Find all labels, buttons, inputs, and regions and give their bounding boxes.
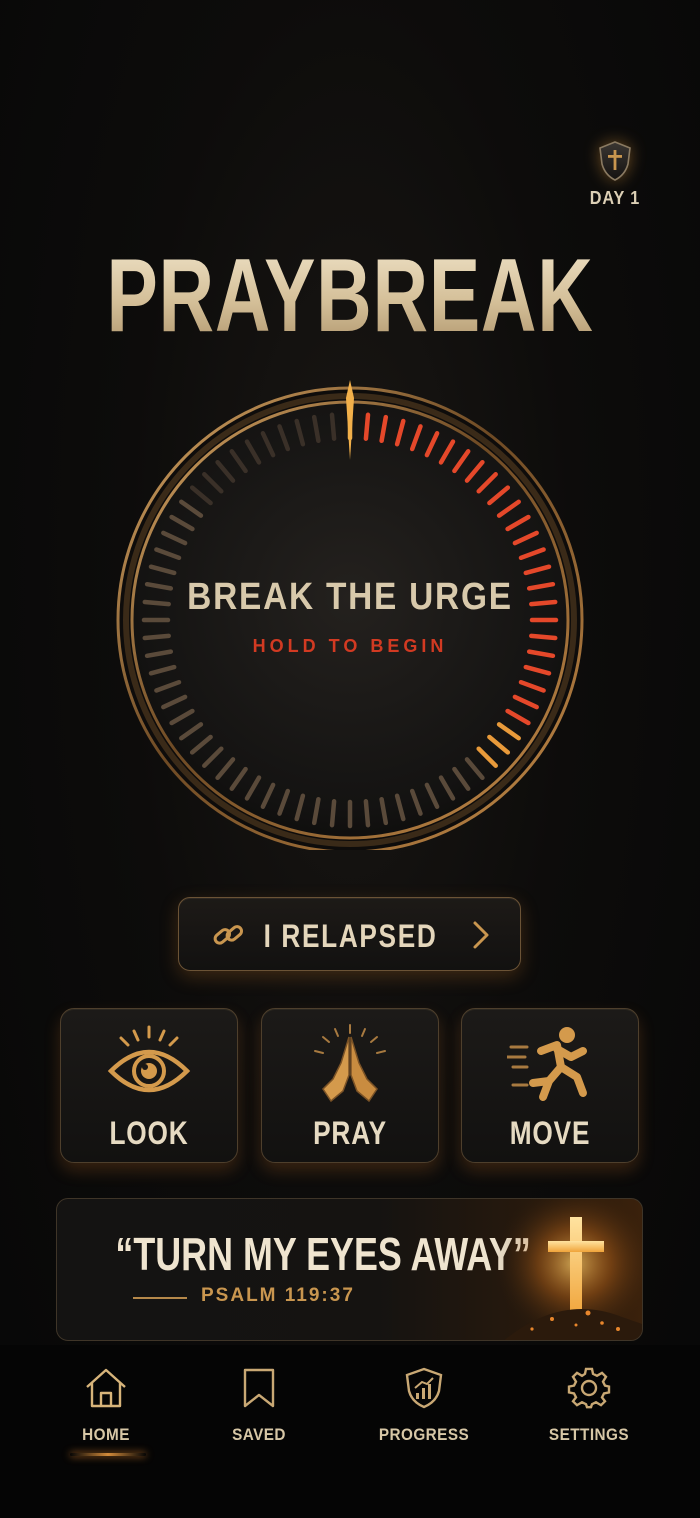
home-icon bbox=[86, 1368, 126, 1408]
i-relapsed-label: I RELAPSED bbox=[263, 918, 438, 954]
dial-subtitle: HOLD TO BEGIN bbox=[252, 636, 448, 656]
chevron-right-icon bbox=[473, 921, 489, 949]
nav-saved-label: SAVED bbox=[232, 1425, 286, 1444]
day-counter-label: DAY 1 bbox=[589, 188, 641, 208]
verse-card[interactable]: “TURN MY EYES AWAY” PSALM 119:37 bbox=[56, 1198, 643, 1341]
glowing-cross-icon bbox=[492, 1199, 642, 1340]
day-streak-badge[interactable]: DAY 1 bbox=[578, 140, 652, 226]
bottom-navigation: HOME SAVED PROGRESS SETTINGS bbox=[0, 1345, 700, 1518]
praying-hands-icon bbox=[314, 1024, 386, 1103]
dial-title: BREAK THE URGE bbox=[187, 576, 513, 618]
verse-reference: PSALM 119:37 bbox=[201, 1285, 355, 1306]
break-urge-hold-button[interactable]: BREAK THE URGE HOLD TO BEGIN bbox=[115, 380, 585, 850]
i-relapsed-button[interactable]: I RELAPSED bbox=[178, 897, 521, 971]
look-label: LOOK bbox=[109, 1115, 189, 1151]
pray-label: PRAY bbox=[313, 1115, 387, 1151]
nav-settings-label: SETTINGS bbox=[548, 1425, 630, 1444]
verse-divider bbox=[133, 1297, 187, 1299]
progress-shield-icon bbox=[405, 1367, 443, 1409]
nav-settings[interactable]: SETTINGS bbox=[524, 1367, 654, 1457]
active-tab-indicator bbox=[70, 1453, 146, 1456]
nav-progress[interactable]: PROGRESS bbox=[359, 1367, 489, 1457]
move-label: MOVE bbox=[509, 1115, 591, 1151]
nav-home[interactable]: HOME bbox=[41, 1367, 171, 1457]
app-title: PRAYBREAK bbox=[91, 236, 609, 356]
running-person-icon bbox=[507, 1027, 587, 1101]
gear-icon bbox=[567, 1367, 611, 1409]
bookmark-icon bbox=[243, 1368, 275, 1408]
nav-progress-label: PROGRESS bbox=[378, 1425, 470, 1444]
shield-cross-icon bbox=[599, 141, 631, 181]
nav-home-label: HOME bbox=[82, 1425, 130, 1444]
nav-saved[interactable]: SAVED bbox=[194, 1367, 324, 1457]
look-action-button[interactable]: LOOK bbox=[60, 1008, 238, 1163]
pray-action-button[interactable]: PRAY bbox=[261, 1008, 439, 1163]
eye-icon bbox=[107, 1025, 191, 1093]
verse-quote: “TURN MY EYES AWAY” bbox=[115, 1228, 531, 1280]
move-action-button[interactable]: MOVE bbox=[461, 1008, 639, 1163]
